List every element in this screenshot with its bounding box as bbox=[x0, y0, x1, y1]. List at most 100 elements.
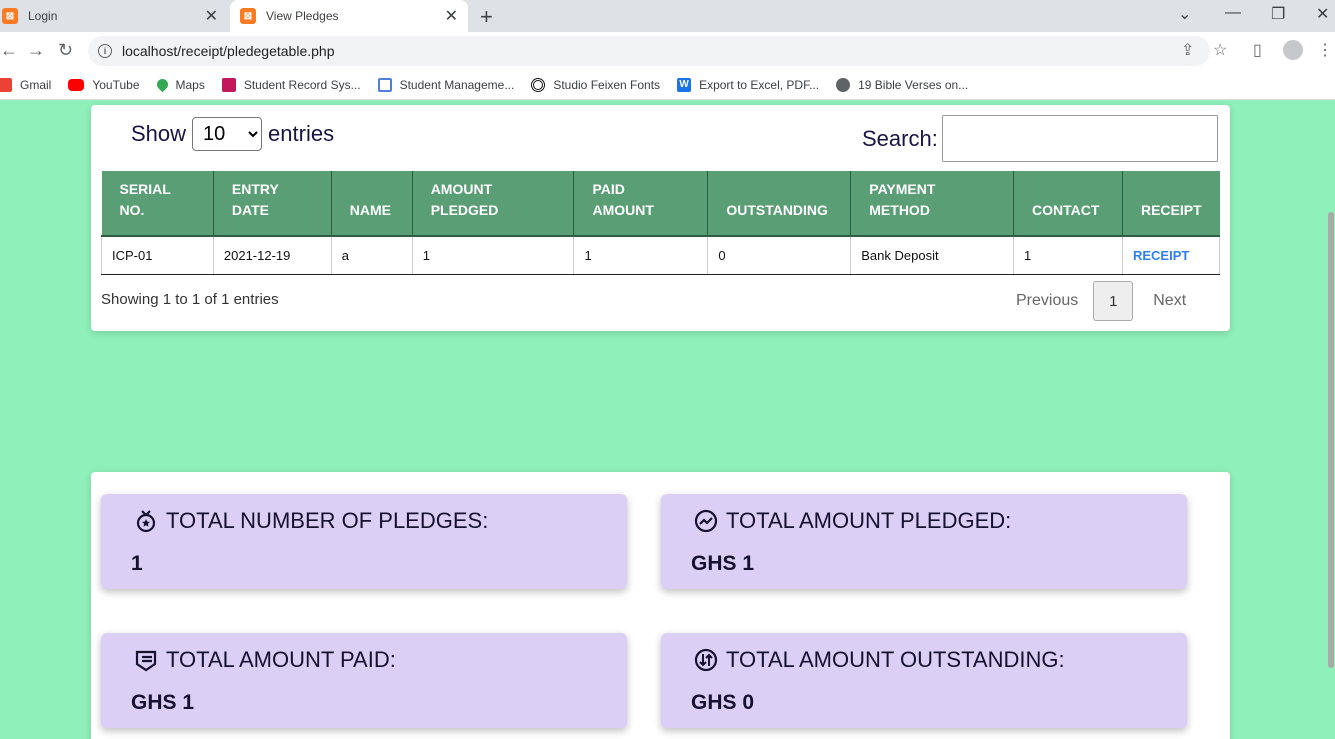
header-line: NO. bbox=[119, 202, 145, 218]
page-1-button[interactable]: 1 bbox=[1093, 281, 1134, 321]
pagination: Previous 1 Next bbox=[1016, 281, 1186, 321]
profile-avatar[interactable] bbox=[1283, 40, 1303, 60]
header-line: PLEDGED bbox=[430, 202, 499, 218]
bookmark-label: Student Record Sys... bbox=[243, 77, 361, 92]
tab-login[interactable]: ⊠ Login ✕ bbox=[0, 0, 228, 32]
bookmark-bible-verses[interactable]: 19 Bible Verses on... bbox=[836, 77, 968, 92]
bookmark-label: Studio Feixen Fonts bbox=[553, 77, 661, 92]
globe-icon bbox=[836, 77, 851, 92]
previous-button[interactable]: Previous bbox=[1016, 292, 1078, 310]
bookmark-student-record[interactable]: Student Record Sys... bbox=[221, 77, 361, 92]
menu-icon[interactable]: ⋮ bbox=[1317, 40, 1333, 60]
stat-value: 1 bbox=[131, 552, 143, 575]
book-icon bbox=[221, 77, 236, 92]
search-label: Search: bbox=[862, 125, 938, 151]
column-header-serial-no[interactable]: SERIAL NO. bbox=[101, 171, 214, 237]
cell-entry-date: 2021-12-19 bbox=[213, 236, 332, 275]
stat-heading: TOTAL NUMBER OF PLEDGES: bbox=[134, 508, 488, 534]
close-tab-icon[interactable]: ✕ bbox=[205, 6, 218, 26]
bookmark-studio-feixen[interactable]: Studio Feixen Fonts bbox=[531, 77, 661, 92]
bookmark-youtube[interactable]: YouTube bbox=[68, 77, 140, 92]
column-header-outstanding[interactable]: OUTSTANDING bbox=[707, 171, 852, 237]
header-line: AMOUNT bbox=[592, 202, 654, 218]
stat-value: GHS 1 bbox=[691, 552, 755, 575]
close-tab-icon[interactable]: ✕ bbox=[445, 6, 458, 26]
stats-card: TOTAL NUMBER OF PLEDGES: 1 TOTAL AMOUNT … bbox=[91, 472, 1230, 739]
bookmark-export-excel[interactable]: W Export to Excel, PDF... bbox=[677, 77, 819, 92]
new-tab-button[interactable]: + bbox=[480, 4, 493, 30]
tab-label: View Pledges bbox=[266, 9, 339, 23]
minimize-button[interactable]: — bbox=[1225, 4, 1241, 22]
site-info-icon[interactable]: i bbox=[98, 44, 112, 58]
header-line: OUTSTANDING bbox=[726, 202, 828, 218]
column-header-payment-method[interactable]: PAYMENT METHOD bbox=[850, 171, 1015, 237]
url-text: localhost/receipt/pledegetable.php bbox=[122, 43, 335, 59]
stat-value: GHS 0 bbox=[691, 691, 755, 714]
column-header-amount-pledged[interactable]: AMOUNT PLEDGED bbox=[412, 171, 575, 237]
stat-label: TOTAL AMOUNT PAID: bbox=[166, 647, 396, 672]
reload-icon[interactable]: ↻ bbox=[58, 40, 73, 61]
bookmarks-bar: Gmail YouTube Maps Student Record Sys...… bbox=[0, 70, 1335, 100]
trend-icon bbox=[694, 509, 718, 533]
cell-receipt: RECEIPT bbox=[1122, 236, 1221, 275]
bookmark-student-management[interactable]: Student Manageme... bbox=[377, 77, 514, 92]
stat-label: TOTAL AMOUNT PLEDGED: bbox=[726, 508, 1012, 533]
tab-label: Login bbox=[28, 9, 58, 23]
back-icon[interactable]: ← bbox=[0, 40, 18, 61]
tab-view-pledges[interactable]: ⊠ View Pledges ✕ bbox=[230, 0, 468, 32]
bookmark-maps[interactable]: Maps bbox=[154, 76, 205, 93]
cell-serial-no: ICP-01 bbox=[101, 236, 214, 275]
header-line: RECEIPT bbox=[1140, 202, 1202, 218]
gmail-icon bbox=[0, 77, 12, 92]
stat-heading: TOTAL AMOUNT PLEDGED: bbox=[694, 508, 1011, 534]
bookmark-star-icon[interactable]: ☆ bbox=[1213, 40, 1227, 60]
tab-search-icon[interactable]: ⌄ bbox=[1178, 4, 1191, 24]
stat-heading: TOTAL AMOUNT PAID: bbox=[134, 647, 396, 673]
header-line: AMOUNT bbox=[430, 181, 493, 197]
cell-outstanding: 0 bbox=[707, 236, 852, 275]
header-line: PAID bbox=[592, 181, 625, 197]
page-scrollbar[interactable] bbox=[1328, 212, 1334, 668]
forward-icon[interactable]: → bbox=[27, 40, 45, 61]
column-header-receipt[interactable]: RECEIPT bbox=[1122, 171, 1220, 237]
bookmark-label: Gmail bbox=[20, 77, 52, 92]
cell-paid-amount: 1 bbox=[573, 236, 709, 275]
xampp-icon: ⊠ bbox=[2, 8, 18, 24]
table-row: ICP-01 2021-12-19 a 1 1 0 Bank Deposit 1… bbox=[101, 236, 1221, 275]
header-line: ENTRY bbox=[231, 181, 279, 197]
bookmark-label: YouTube bbox=[92, 77, 140, 92]
bookmark-gmail[interactable]: Gmail bbox=[0, 77, 52, 92]
stat-total-pledges: TOTAL NUMBER OF PLEDGES: 1 bbox=[101, 494, 627, 589]
search-input[interactable] bbox=[941, 115, 1218, 162]
table-header-row: SERIAL NO. ENTRY DATE NAME AMOUNT PLEDGED P… bbox=[101, 171, 1220, 237]
table-info: Showing 1 to 1 of 1 entries bbox=[101, 291, 279, 308]
cell-amount-pledged: 1 bbox=[412, 236, 575, 275]
bookmark-label: Maps bbox=[175, 77, 205, 92]
header-line: CONTACT bbox=[1032, 202, 1100, 218]
header-line: NAME bbox=[349, 202, 391, 218]
cash-icon bbox=[135, 650, 157, 672]
entries-label: entries bbox=[268, 121, 335, 146]
stat-heading: TOTAL AMOUNT OUTSTANDING: bbox=[694, 647, 1065, 673]
cell-name: a bbox=[331, 236, 413, 275]
youtube-icon bbox=[68, 78, 85, 91]
restore-button[interactable]: ❐ bbox=[1271, 4, 1285, 24]
share-icon[interactable]: ⇪ bbox=[1181, 40, 1194, 60]
close-window-button[interactable]: ✕ bbox=[1316, 4, 1329, 24]
side-panel-icon[interactable]: ▯ bbox=[1253, 40, 1262, 60]
column-header-entry-date[interactable]: ENTRY DATE bbox=[213, 171, 332, 237]
stat-value: GHS 1 bbox=[131, 691, 195, 714]
stat-total-paid: TOTAL AMOUNT PAID: GHS 1 bbox=[101, 633, 627, 728]
next-button[interactable]: Next bbox=[1153, 292, 1186, 310]
column-header-paid-amount[interactable]: PAID AMOUNT bbox=[573, 171, 709, 237]
address-bar[interactable]: i localhost/receipt/pledegetable.php bbox=[88, 36, 1210, 66]
header-line: PAYMENT bbox=[869, 181, 936, 197]
column-header-contact[interactable]: CONTACT bbox=[1013, 171, 1123, 237]
column-header-name[interactable]: NAME bbox=[331, 171, 413, 237]
medal-icon bbox=[136, 510, 156, 533]
stat-total-pledged: TOTAL AMOUNT PLEDGED: GHS 1 bbox=[661, 494, 1187, 589]
receipt-link[interactable]: RECEIPT bbox=[1133, 248, 1189, 263]
stat-label: TOTAL AMOUNT OUTSTANDING: bbox=[726, 647, 1065, 672]
cell-contact: 1 bbox=[1013, 236, 1123, 275]
entries-select[interactable]: 10 bbox=[192, 117, 263, 151]
